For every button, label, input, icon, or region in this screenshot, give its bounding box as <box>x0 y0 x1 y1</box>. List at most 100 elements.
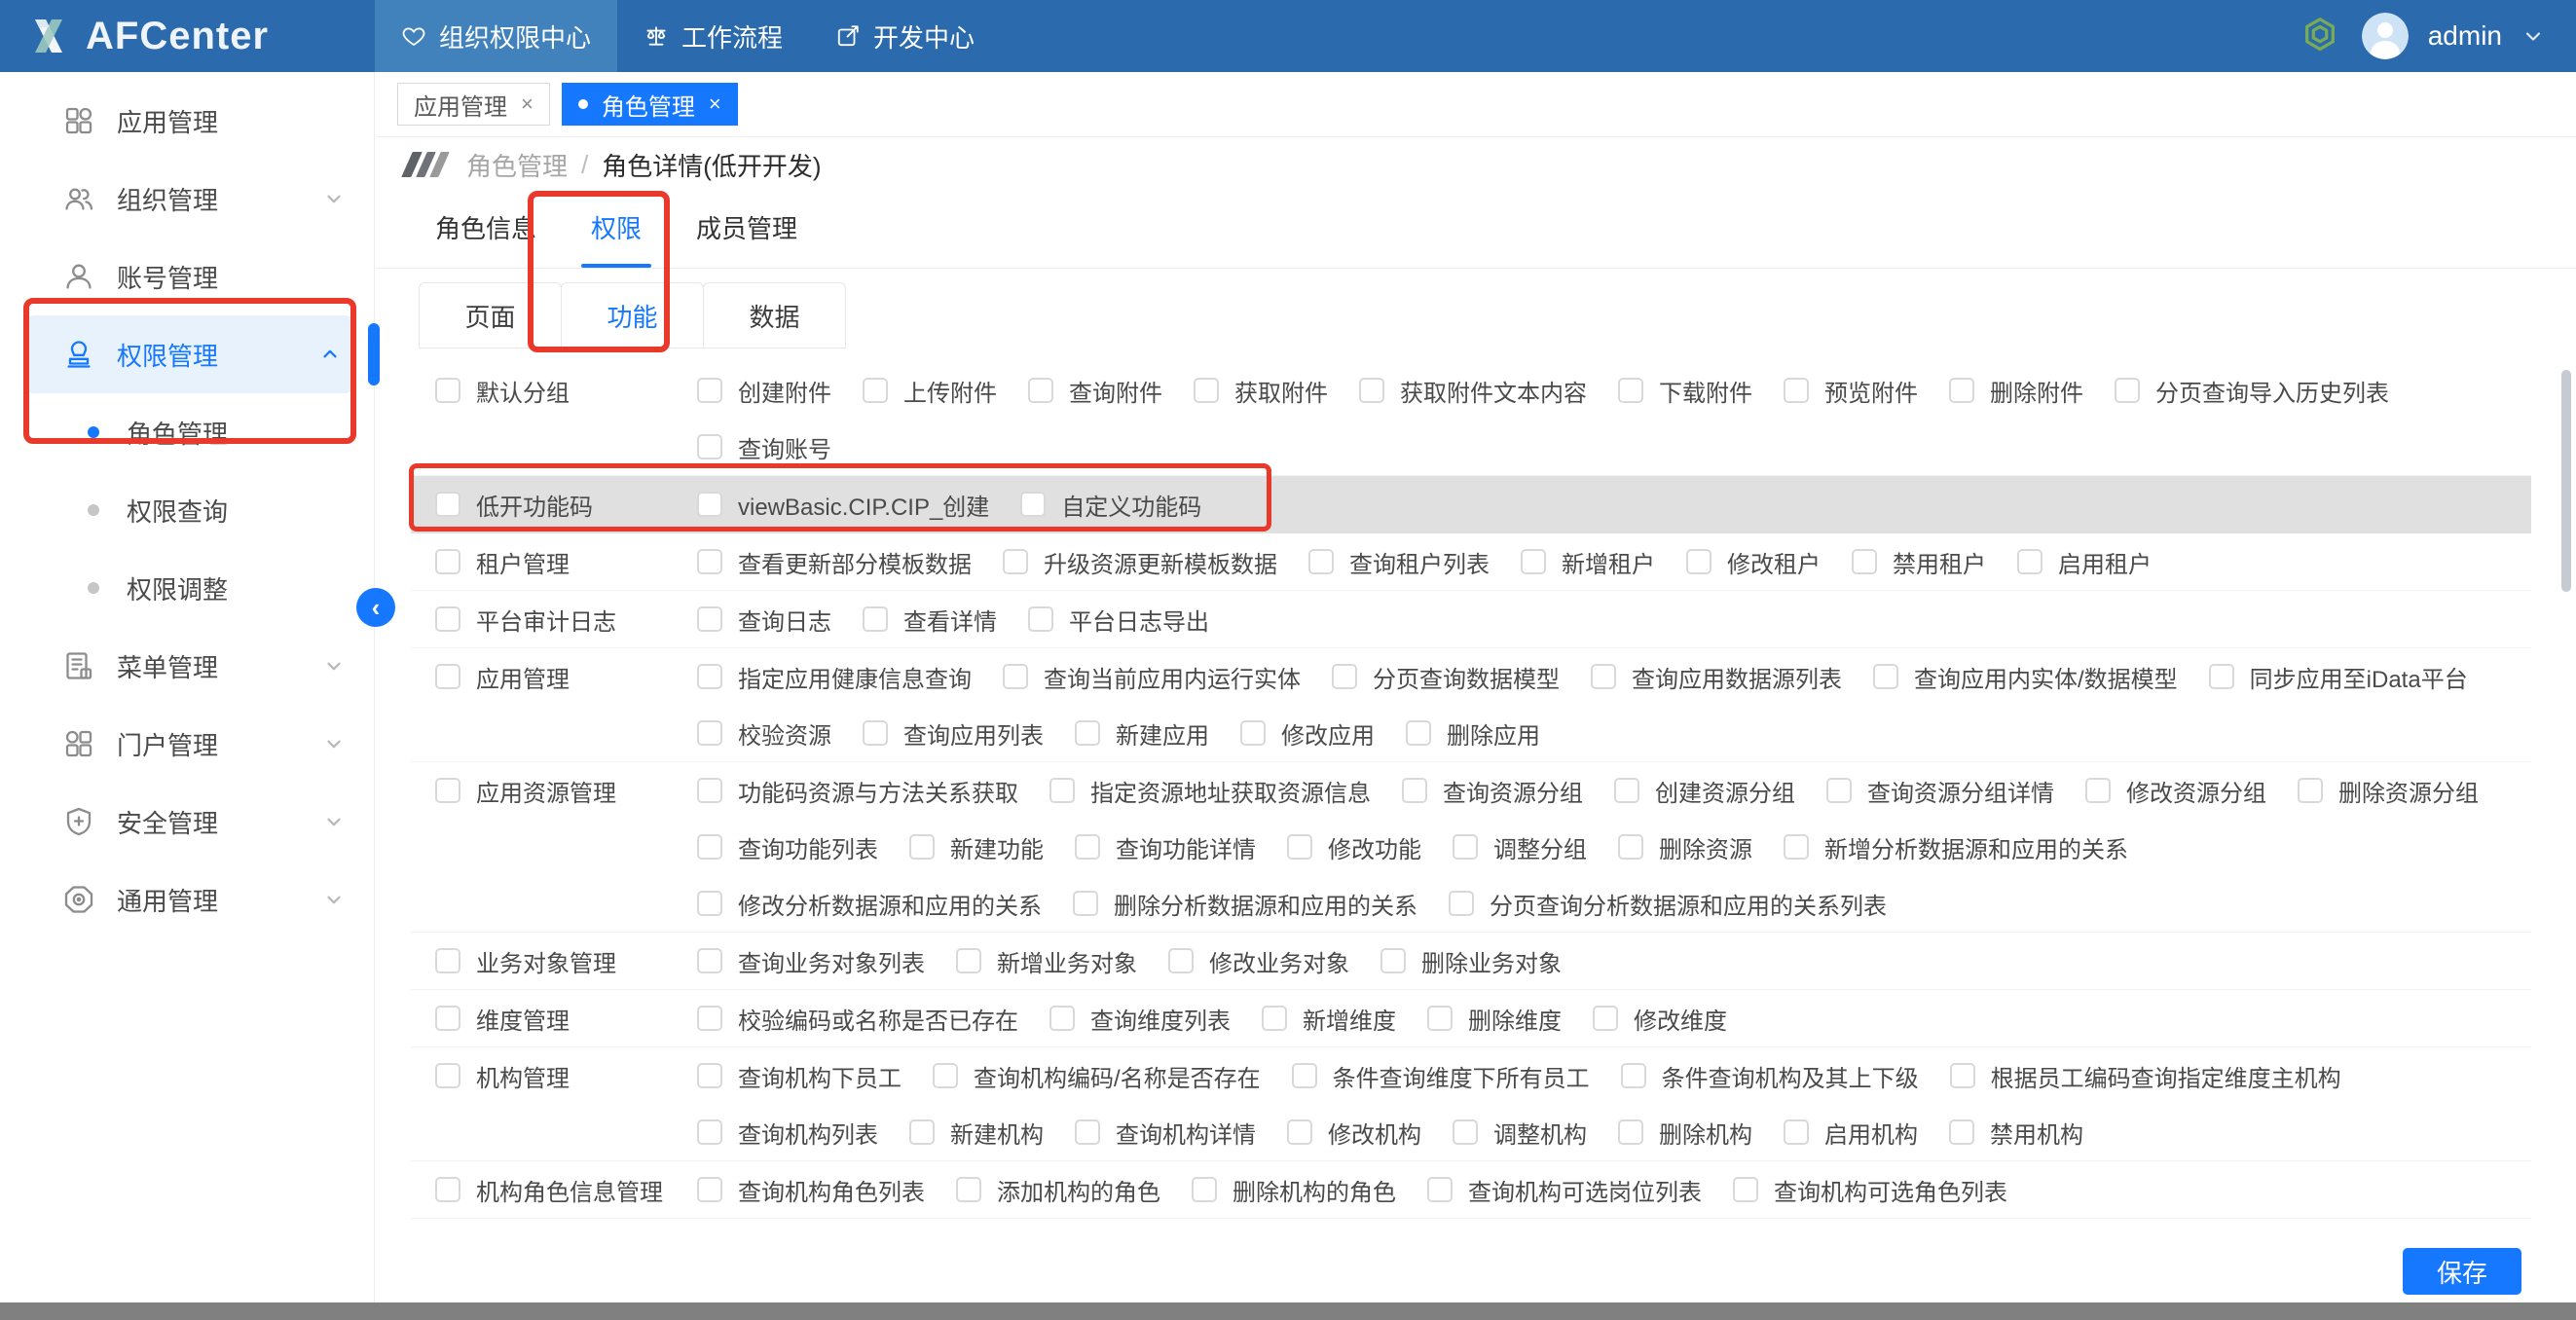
checkbox-icon[interactable] <box>697 434 722 459</box>
perm-item[interactable]: 查询机构角色列表 <box>697 1161 925 1218</box>
perm-item[interactable]: 查询机构列表 <box>697 1104 878 1160</box>
perm-item[interactable]: 分页查询数据模型 <box>1332 648 1560 705</box>
checkbox-icon[interactable] <box>697 1063 722 1088</box>
checkbox-icon[interactable] <box>1427 1006 1453 1031</box>
perm-item[interactable]: 修改维度 <box>1593 990 1727 1046</box>
user-name[interactable]: admin <box>2428 20 2502 52</box>
checkbox-icon[interactable] <box>1049 1006 1075 1031</box>
checkbox-icon[interactable] <box>1449 891 1474 916</box>
checkbox-icon[interactable] <box>1873 664 1898 689</box>
perm-item[interactable]: 自定义功能码 <box>1020 476 1201 532</box>
nav-item-org-permission-center[interactable]: 组织权限中心 <box>375 0 617 72</box>
perm-item[interactable]: 创建资源分组 <box>1614 762 1795 819</box>
perm-item[interactable]: 查看详情 <box>863 591 997 647</box>
perm-item[interactable]: 修改机构 <box>1287 1104 1421 1160</box>
checkbox-icon[interactable] <box>697 549 722 574</box>
perm-item[interactable]: 启用租户 <box>2017 533 2152 590</box>
checkbox-icon[interactable] <box>1359 378 1384 403</box>
checkbox-icon[interactable] <box>1292 1063 1317 1088</box>
checkbox-icon[interactable] <box>1733 1177 1758 1202</box>
sidebar-collapse-toggle[interactable]: ‹ <box>356 588 395 627</box>
perm-item[interactable]: 获取附件 <box>1194 362 1328 419</box>
sidebar-item-security-management[interactable]: 安全管理 <box>0 783 374 861</box>
checkbox-icon[interactable] <box>697 834 722 860</box>
perm-group-toggle[interactable]: 默认分组 <box>435 362 697 419</box>
checkbox-icon[interactable] <box>1380 948 1406 973</box>
checkbox-icon[interactable] <box>2085 778 2111 803</box>
perm-item[interactable]: viewBasic.CIP.CIP_创建 <box>697 476 989 532</box>
perm-item[interactable]: 指定应用健康信息查询 <box>697 648 972 705</box>
perm-group-toggle[interactable]: 平台审计日志 <box>435 591 697 647</box>
perm-item[interactable]: 删除分析数据源和应用的关系 <box>1073 875 1417 932</box>
nav-item-dev-center[interactable]: 开发中心 <box>809 0 1001 72</box>
checkbox-icon[interactable] <box>1402 778 1427 803</box>
checkbox-icon[interactable] <box>435 492 460 517</box>
perm-item[interactable]: 查询资源分组 <box>1402 762 1583 819</box>
perm-item[interactable]: 查询租户列表 <box>1308 533 1490 590</box>
checkbox-icon[interactable] <box>956 1177 981 1202</box>
perm-item[interactable]: 预览附件 <box>1784 362 1918 419</box>
checkbox-icon[interactable] <box>1621 1063 1646 1088</box>
perm-item[interactable]: 查询机构下员工 <box>697 1047 902 1104</box>
perm-item[interactable]: 同步应用至iData平台 <box>2209 648 2468 705</box>
checkbox-icon[interactable] <box>1287 834 1312 860</box>
checkbox-icon[interactable] <box>1049 778 1075 803</box>
open-tab-chip-role-management[interactable]: 角色管理× <box>562 83 738 126</box>
perm-item[interactable]: 删除维度 <box>1427 990 1562 1046</box>
checkbox-icon[interactable] <box>435 549 460 574</box>
checkbox-icon[interactable] <box>1686 549 1711 574</box>
perm-item[interactable]: 删除资源 <box>1618 819 1752 875</box>
perm-item[interactable]: 条件查询机构及其上下级 <box>1621 1047 1919 1104</box>
checkbox-icon[interactable] <box>1784 834 1809 860</box>
perm-item[interactable]: 分页查询导入历史列表 <box>2115 362 2389 419</box>
tab-member-management[interactable]: 成员管理 <box>696 192 797 268</box>
checkbox-icon[interactable] <box>956 948 981 973</box>
checkbox-icon[interactable] <box>1028 378 1053 403</box>
chevron-down-icon[interactable] <box>2521 24 2545 48</box>
perm-item[interactable]: 分页查询分析数据源和应用的关系列表 <box>1449 875 1887 932</box>
checkbox-icon[interactable] <box>1168 948 1194 973</box>
perm-item[interactable]: 禁用机构 <box>1949 1104 2083 1160</box>
perm-item[interactable]: 查询日志 <box>697 591 831 647</box>
sidebar-subitem-permission-query[interactable]: 权限查询 <box>0 471 374 549</box>
checkbox-icon[interactable] <box>1949 378 1974 403</box>
checkbox-icon[interactable] <box>697 606 722 632</box>
checkbox-icon[interactable] <box>933 1063 958 1088</box>
perm-item[interactable]: 新建功能 <box>909 819 1044 875</box>
perm-item[interactable]: 修改业务对象 <box>1168 933 1349 989</box>
perm-item[interactable]: 查询机构编码/名称是否存在 <box>933 1047 1261 1104</box>
perm-item[interactable]: 校验编码或名称是否已存在 <box>697 990 1018 1046</box>
checkbox-icon[interactable] <box>1591 664 1616 689</box>
checkbox-icon[interactable] <box>697 1177 722 1202</box>
sidebar-item-app-management[interactable]: 应用管理 <box>0 82 374 160</box>
perm-item[interactable]: 修改应用 <box>1240 705 1375 761</box>
checkbox-icon[interactable] <box>863 378 888 403</box>
checkbox-icon[interactable] <box>435 1177 460 1202</box>
perm-group-toggle[interactable]: 应用资源管理 <box>435 762 697 819</box>
checkbox-icon[interactable] <box>697 664 722 689</box>
gpt-extension-icon[interactable] <box>2298 14 2342 58</box>
checkbox-icon[interactable] <box>1949 1119 1974 1145</box>
perm-item[interactable]: 根据员工编码查询指定维度主机构 <box>1950 1047 2341 1104</box>
perm-item[interactable]: 修改分析数据源和应用的关系 <box>697 875 1042 932</box>
perm-item[interactable]: 上传附件 <box>863 362 997 419</box>
tab-role-info[interactable]: 角色信息 <box>435 192 536 268</box>
checkbox-icon[interactable] <box>863 720 888 746</box>
perm-item[interactable]: 禁用租户 <box>1852 533 1986 590</box>
checkbox-icon[interactable] <box>1192 1177 1217 1202</box>
tab-permissions[interactable]: 权限 <box>591 192 642 268</box>
checkbox-icon[interactable] <box>697 1119 722 1145</box>
checkbox-icon[interactable] <box>2209 664 2234 689</box>
checkbox-icon[interactable] <box>697 378 722 403</box>
checkbox-icon[interactable] <box>1075 1119 1100 1145</box>
perm-group-toggle[interactable]: 机构管理 <box>435 1047 697 1104</box>
sidebar-subitem-permission-adjust[interactable]: 权限调整 <box>0 549 374 627</box>
checkbox-icon[interactable] <box>1308 549 1334 574</box>
perm-item[interactable]: 指定资源地址获取资源信息 <box>1049 762 1371 819</box>
sidebar-item-menu-management[interactable]: 菜单管理 <box>0 627 374 705</box>
sidebar-item-permission-management[interactable]: 权限管理 <box>24 315 354 393</box>
perm-item[interactable]: 新增租户 <box>1521 533 1655 590</box>
checkbox-icon[interactable] <box>2017 549 2042 574</box>
perm-item[interactable]: 查询维度列表 <box>1049 990 1231 1046</box>
checkbox-icon[interactable] <box>435 1006 460 1031</box>
